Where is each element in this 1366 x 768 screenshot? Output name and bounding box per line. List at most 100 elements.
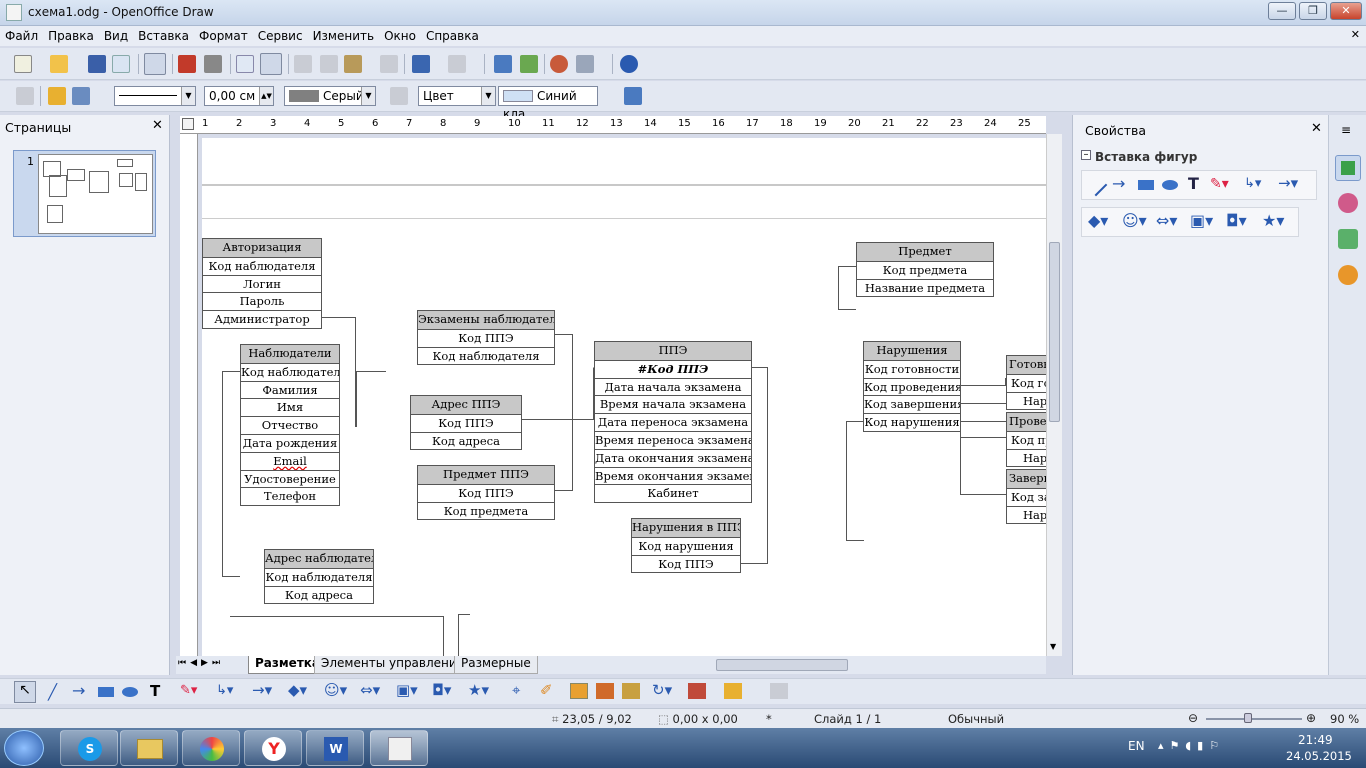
callouts-icon[interactable]: ◘▾ bbox=[1226, 211, 1247, 230]
help-icon[interactable] bbox=[620, 55, 638, 73]
basic-shapes-icon[interactable]: ◆▾ bbox=[1088, 211, 1108, 230]
arrow-icon[interactable]: → bbox=[72, 681, 85, 700]
edit-file-icon[interactable] bbox=[144, 53, 166, 75]
minimize-button[interactable]: — bbox=[1268, 2, 1296, 20]
zoom-out-icon[interactable]: ⊖ bbox=[1188, 711, 1198, 725]
symbol-shapes-icon[interactable]: ☺▾ bbox=[324, 681, 347, 699]
menu-edit[interactable]: Правка bbox=[43, 26, 99, 46]
tray-icons[interactable]: ▴⚑◖▮⚐ bbox=[1158, 739, 1225, 752]
line-icon[interactable]: ╱ bbox=[48, 683, 57, 701]
zoom-in-icon[interactable]: ⊕ bbox=[1306, 711, 1316, 725]
spreadsheet-icon[interactable] bbox=[520, 55, 538, 73]
browser-taskbar-icon[interactable] bbox=[182, 730, 240, 766]
connector-line[interactable] bbox=[222, 371, 240, 577]
table-narusheniya[interactable]: Нарушения Код готовности Код проведения … bbox=[863, 341, 961, 432]
menu-help[interactable]: Справка bbox=[421, 26, 484, 46]
menu-view[interactable]: Вид bbox=[99, 26, 133, 46]
rotate-icon[interactable]: ↻▾ bbox=[652, 681, 672, 699]
vertical-ruler[interactable] bbox=[180, 134, 198, 656]
area-style-select[interactable]: Цвет ▼ bbox=[418, 86, 496, 106]
start-button[interactable] bbox=[4, 730, 44, 766]
menu-modify[interactable]: Изменить bbox=[308, 26, 380, 46]
table-predmet[interactable]: Предмет Код предмета Название предмета bbox=[856, 242, 994, 298]
connector-line[interactable] bbox=[356, 371, 386, 427]
connector-line[interactable] bbox=[960, 421, 1006, 495]
skype-taskbar-icon[interactable]: S bbox=[60, 730, 118, 766]
zoom-slider-handle[interactable] bbox=[1244, 713, 1252, 723]
table-avtorizatsiya[interactable]: Авторизация Код наблюдателя Логин Пароль… bbox=[202, 238, 322, 329]
lines-arrows-icon[interactable]: →▾ bbox=[252, 681, 272, 699]
menu-window[interactable]: Окно bbox=[379, 26, 421, 46]
close-document-icon[interactable]: ✕ bbox=[1351, 28, 1360, 41]
select-icon[interactable]: ↖ bbox=[14, 681, 36, 703]
callouts-icon[interactable]: ◘▾ bbox=[432, 681, 451, 699]
basic-shapes-icon[interactable]: ◆▾ bbox=[288, 681, 307, 699]
chart-icon[interactable] bbox=[494, 55, 512, 73]
spellcheck-icon[interactable] bbox=[236, 55, 254, 73]
styles-icon[interactable] bbox=[16, 87, 34, 105]
collapse-icon[interactable]: – bbox=[1081, 150, 1091, 160]
explorer-taskbar-icon[interactable] bbox=[120, 730, 178, 766]
flowchart-icon[interactable]: ▣▾ bbox=[1190, 211, 1213, 230]
menu-icon[interactable]: ≡ bbox=[1341, 123, 1351, 137]
connector-line[interactable] bbox=[846, 421, 864, 541]
area-color-select[interactable]: Синий кла bbox=[498, 86, 598, 121]
connector-line[interactable] bbox=[960, 378, 1006, 386]
zoom-value[interactable]: 90 % bbox=[1330, 712, 1359, 726]
from-file-icon[interactable] bbox=[596, 683, 614, 699]
line-style-select[interactable]: ▼ bbox=[114, 86, 196, 106]
connector-line[interactable] bbox=[838, 266, 856, 310]
zoom-slider[interactable] bbox=[1206, 718, 1302, 720]
table-ppe[interactable]: ППЭ #Код ППЭ Дата начала экзамена Время … bbox=[594, 341, 752, 504]
cut-icon[interactable] bbox=[294, 55, 312, 73]
stars-icon[interactable]: ★▾ bbox=[468, 681, 489, 699]
block-arrows-icon[interactable]: ⇔▾ bbox=[360, 681, 380, 699]
shadow-icon[interactable] bbox=[624, 87, 642, 105]
connector-icon[interactable]: ↳▾ bbox=[1244, 176, 1261, 191]
horizontal-scroll-thumb[interactable] bbox=[716, 659, 848, 671]
close-icon[interactable]: ✕ bbox=[152, 118, 163, 133]
text-icon[interactable]: T bbox=[1188, 174, 1199, 193]
close-button[interactable]: ✕ bbox=[1330, 2, 1362, 20]
connector-icon[interactable]: ↳▾ bbox=[216, 683, 233, 698]
curve-icon[interactable]: ✎▾ bbox=[1210, 176, 1229, 192]
close-icon[interactable]: ✕ bbox=[1311, 121, 1322, 136]
open-icon[interactable] bbox=[50, 55, 68, 73]
table-zavershenie[interactable]: Заверш Код за Нару bbox=[1006, 469, 1046, 525]
print-icon[interactable] bbox=[204, 55, 222, 73]
align-icon[interactable] bbox=[688, 683, 706, 699]
maximize-button[interactable]: ❐ bbox=[1299, 2, 1327, 20]
symbol-shapes-icon[interactable]: ☺▾ bbox=[1122, 211, 1147, 230]
vertical-scrollbar[interactable]: ▼ bbox=[1046, 134, 1062, 656]
gallery-icon[interactable] bbox=[622, 683, 640, 699]
redo-icon[interactable] bbox=[448, 55, 466, 73]
page-thumbnail[interactable]: 1 bbox=[13, 150, 156, 237]
stars-icon[interactable]: ★▾ bbox=[1262, 211, 1284, 230]
drawing-canvas[interactable]: Авторизация Код наблюдателя Логин Пароль… bbox=[202, 138, 1046, 656]
copy-icon[interactable] bbox=[320, 55, 338, 73]
save-icon[interactable] bbox=[88, 55, 106, 73]
gallery-tab-icon[interactable] bbox=[1338, 229, 1358, 249]
connector-line[interactable] bbox=[230, 616, 444, 656]
menu-file[interactable]: Файл bbox=[0, 26, 43, 46]
table-provedenie[interactable]: Провед Код пр Нару bbox=[1006, 412, 1046, 468]
curve-icon[interactable]: ✎▾ bbox=[180, 683, 197, 698]
line-icon[interactable] bbox=[1084, 173, 1108, 197]
properties-tab-icon[interactable] bbox=[1335, 155, 1361, 181]
navigator-tab-icon[interactable] bbox=[1338, 265, 1358, 285]
rectangle-icon[interactable] bbox=[98, 687, 114, 697]
text-icon[interactable]: T bbox=[150, 682, 160, 700]
yandex-taskbar-icon[interactable]: Y bbox=[244, 730, 302, 766]
export-pdf-icon[interactable] bbox=[178, 55, 196, 73]
connector-line[interactable] bbox=[458, 614, 470, 656]
menu-insert[interactable]: Вставка bbox=[133, 26, 194, 46]
navigator-icon[interactable] bbox=[550, 55, 568, 73]
scroll-down-icon[interactable]: ▼ bbox=[1050, 642, 1056, 651]
flowchart-icon[interactable]: ▣▾ bbox=[396, 681, 418, 699]
fontwork-icon[interactable] bbox=[570, 683, 588, 699]
email-icon[interactable] bbox=[112, 55, 130, 73]
scroll-thumb[interactable] bbox=[1049, 242, 1060, 422]
arrange-icon[interactable] bbox=[724, 683, 742, 699]
glue-points-icon[interactable]: ✐ bbox=[540, 681, 553, 699]
block-arrows-icon[interactable]: ⇔▾ bbox=[1156, 211, 1177, 230]
